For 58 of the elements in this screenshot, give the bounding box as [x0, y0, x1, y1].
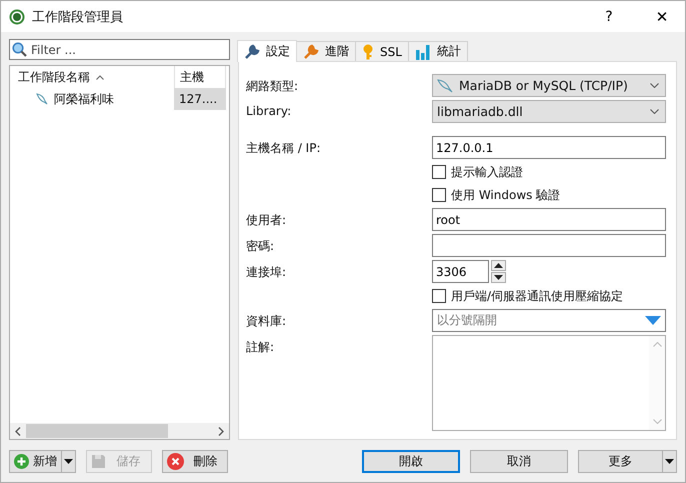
- toolbar-button[interactable]: 新增: [9, 450, 62, 472]
- dialog-button[interactable]: 取消: [470, 450, 568, 472]
- field-label: 網路類型:: [246, 78, 300, 95]
- checkbox[interactable]: 使用 Windows 驗證: [432, 185, 666, 205]
- field-label: 註解:: [246, 339, 276, 356]
- scroll-up-icon: [652, 342, 662, 347]
- host-cell[interactable]: 127....: [174, 88, 226, 110]
- filter-field[interactable]: Filter ...: [9, 39, 230, 60]
- chevron-down-icon: [650, 83, 659, 88]
- checkbox[interactable]: 提示輸入認證: [432, 162, 666, 182]
- field-label: 主機名稱 / IP:: [246, 140, 322, 157]
- dropdown-button[interactable]: [662, 450, 677, 472]
- help-button[interactable]: ?: [586, 1, 632, 32]
- search-icon: [12, 42, 27, 57]
- vertical-scrollbar[interactable]: [649, 336, 665, 430]
- spin-up-icon: [491, 260, 506, 271]
- window-title: 工作階段管理員: [32, 8, 123, 26]
- bar-chart-icon: [414, 44, 431, 60]
- delete-icon: [167, 452, 184, 470]
- dropdown[interactable]: libmariadb.dll: [432, 100, 666, 123]
- tab[interactable]: 統計: [408, 41, 468, 61]
- spinner-buttons[interactable]: [491, 260, 506, 283]
- app-logo-icon: [9, 8, 25, 24]
- field-label: 連接埠:: [246, 264, 288, 281]
- toolbar-button[interactable]: 刪除: [162, 450, 228, 472]
- input-field[interactable]: [432, 234, 666, 257]
- input-field[interactable]: 127.0.0.1: [432, 136, 666, 159]
- scroll-left-icon: [15, 426, 21, 436]
- chevron-down-icon: [650, 109, 659, 114]
- dropdown[interactable]: MariaDB or MySQL (TCP/IP): [432, 74, 666, 97]
- spin-down-icon: [491, 272, 506, 283]
- key-icon: [362, 44, 374, 60]
- dialog-button[interactable]: 更多: [578, 450, 663, 472]
- input-field[interactable]: 3306: [432, 260, 489, 283]
- dropdown-button[interactable]: [61, 450, 76, 472]
- tab[interactable]: 進階: [296, 41, 356, 61]
- caret-down-icon: [64, 458, 73, 464]
- field-label: Library:: [246, 103, 292, 118]
- checkbox[interactable]: 用戶端/伺服器通訊使用壓縮協定: [432, 286, 666, 306]
- tab[interactable]: 設定: [237, 40, 297, 62]
- input-field[interactable]: root: [432, 208, 666, 231]
- sort-caret-icon: [96, 74, 104, 80]
- text-area[interactable]: [432, 335, 666, 431]
- close-button[interactable]: ✕: [639, 1, 685, 32]
- field-label: 密碼:: [246, 238, 276, 255]
- combo-field[interactable]: 以分號隔開: [432, 309, 666, 332]
- dropdown-arrow-icon: [645, 316, 661, 325]
- caret-down-icon: [665, 458, 674, 464]
- field-label: 資料庫:: [246, 313, 288, 330]
- horizontal-scrollbar[interactable]: [10, 423, 229, 439]
- scroll-right-icon: [218, 426, 224, 436]
- scroll-down-icon: [652, 419, 662, 424]
- session-name[interactable]: 阿榮福利味: [54, 90, 114, 108]
- column-header[interactable]: 工作階段名稱: [10, 66, 174, 88]
- tab[interactable]: SSL: [355, 41, 409, 61]
- dialog-button[interactable]: 開啟: [362, 450, 460, 472]
- plus-icon: [14, 454, 29, 468]
- field-label: 使用者:: [246, 212, 288, 229]
